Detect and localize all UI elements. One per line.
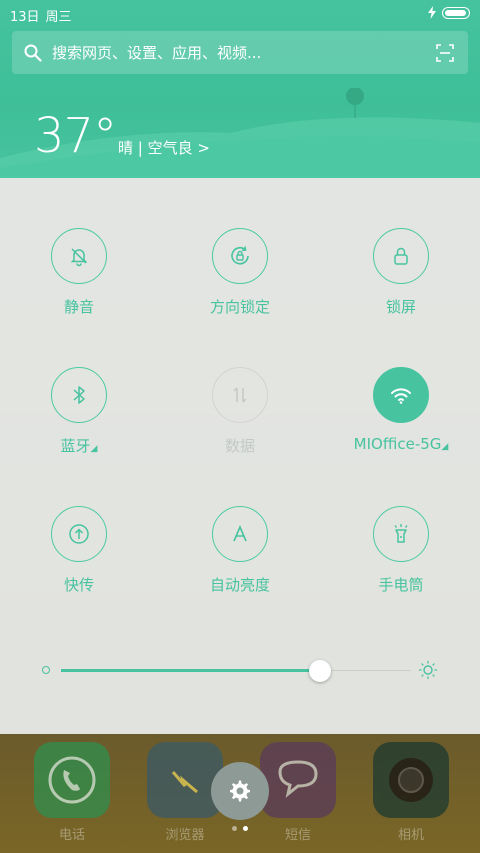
settings-button[interactable] [211, 762, 269, 820]
auto-brightness-button[interactable] [212, 506, 268, 562]
bluetooth-icon [73, 386, 85, 404]
rotation-lock-toggle-button[interactable] [212, 228, 268, 284]
auto-brightness-label: 自动亮度 [209, 576, 270, 594]
rotation-lock-icon [231, 246, 249, 265]
browser-app[interactable] [147, 742, 223, 818]
message-app[interactable] [260, 742, 336, 818]
brightness-high-icon [419, 661, 437, 679]
scan-icon[interactable] [436, 43, 454, 62]
dock-label-phone: 电话 [58, 828, 85, 843]
wifi-icon [391, 388, 411, 404]
header: 13日 周三 搜索网页、设置、应用、视频... 37° 晴 | 空气良 > [0, 0, 480, 178]
toggle-rotation-lock[interactable]: 方向锁定 [170, 228, 310, 317]
search-input[interactable]: 搜索网页、设置、应用、视频... [52, 42, 436, 63]
quick-share-button[interactable] [51, 506, 107, 562]
toggle-lock-screen[interactable]: 锁屏 [331, 228, 471, 317]
page-indicator [232, 826, 248, 831]
flashlight-button[interactable] [373, 506, 429, 562]
toggle-wifi[interactable]: MIOffice-5G◢ [331, 367, 471, 453]
brightness-knob[interactable] [309, 660, 331, 682]
upload-icon [69, 524, 89, 544]
phone-app[interactable] [34, 742, 110, 818]
toggle-mute[interactable]: 静音 [9, 228, 149, 317]
bluetooth-label: 蓝牙◢ [60, 437, 98, 455]
lock-screen-button[interactable] [373, 228, 429, 284]
message-icon [278, 760, 318, 798]
data-arrows-icon [233, 387, 247, 403]
toggle-mobile-data[interactable]: 数据 [170, 367, 310, 456]
search-bar[interactable]: 搜索网页、设置、应用、视频... [12, 31, 468, 74]
weather-condition[interactable]: 晴 | 空气良 > [118, 137, 210, 158]
toggle-flashlight[interactable]: 手电筒 [331, 506, 471, 595]
bluetooth-toggle-button[interactable] [51, 367, 107, 423]
mute-toggle-button[interactable] [51, 228, 107, 284]
page-dot [232, 826, 237, 831]
toggle-bluetooth[interactable]: 蓝牙◢ [9, 367, 149, 456]
toggle-auto-brightness[interactable]: 自动亮度 [170, 506, 310, 595]
toggle-quick-share[interactable]: 快传 [9, 506, 149, 595]
bell-off-icon [70, 248, 88, 267]
mute-label: 静音 [63, 298, 94, 316]
mobile-data-label: 数据 [224, 437, 255, 455]
auto-brightness-icon [233, 524, 247, 542]
phone-icon [48, 756, 96, 804]
gear-icon [230, 780, 250, 802]
dock-label-browser: 浏览器 [165, 828, 205, 843]
battery-icon [442, 6, 470, 19]
flashlight-icon [394, 524, 408, 543]
weather-temperature[interactable]: 37° [34, 108, 117, 164]
status-bar: 13日 周三 [0, 0, 480, 28]
dock-label-message: 短信 [284, 828, 311, 843]
lock-screen-label: 锁屏 [385, 298, 416, 316]
status-date: 13日 [10, 10, 40, 25]
camera-icon [389, 758, 433, 802]
dock-label-camera: 相机 [397, 828, 424, 843]
status-weekday: 周三 [45, 10, 72, 25]
flashlight-label: 手电筒 [378, 576, 424, 594]
brightness-fill [61, 669, 320, 672]
wifi-toggle-button[interactable] [373, 367, 429, 423]
browser-icon [171, 771, 198, 794]
quick-share-label: 快传 [63, 576, 94, 594]
page-dot-active [243, 826, 248, 831]
lock-icon [394, 247, 408, 265]
charging-icon [428, 6, 436, 19]
search-icon [24, 44, 42, 62]
camera-app[interactable] [373, 742, 449, 818]
rotation-lock-label: 方向锁定 [209, 298, 270, 316]
mobile-data-toggle-button[interactable] [212, 367, 268, 423]
brightness-slider[interactable] [42, 660, 442, 682]
wifi-label: MIOffice-5G◢ [353, 435, 449, 453]
brightness-low-icon [42, 666, 50, 674]
